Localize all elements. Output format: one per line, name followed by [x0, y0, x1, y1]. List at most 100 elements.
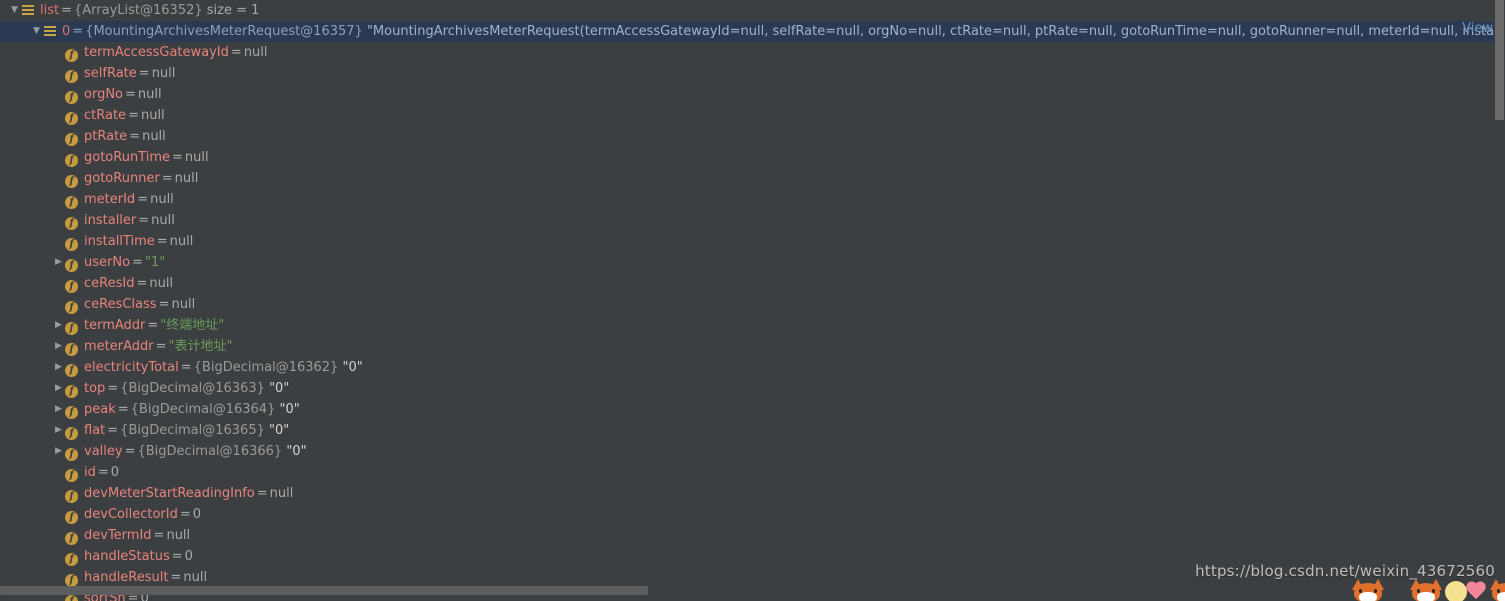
variable-name: devTermId [84, 528, 152, 543]
fox-icon [1409, 579, 1443, 601]
variable-name: userNo [84, 255, 131, 270]
variable-value: null [269, 486, 294, 501]
variable-name: ctRate [84, 108, 127, 123]
twisty-spacer: ▶ [52, 567, 65, 588]
variable-name: devCollectorId [84, 507, 178, 522]
variable-name: installTime [84, 234, 155, 249]
tree-row[interactable]: ▶f devTermId=null [0, 525, 1505, 546]
tree-row[interactable]: ▶ f valley = {BigDecimal@16366} "0" [0, 441, 1505, 462]
tree-row[interactable]: ▶ f termAddr = "终端地址" [0, 315, 1505, 336]
chevron-right-icon[interactable]: ▶ [52, 357, 65, 378]
variable-value: "0" [342, 360, 363, 375]
field-icon: f [65, 490, 78, 503]
variable-value: "0" [279, 402, 300, 417]
twisty-spacer: ▶ [52, 483, 65, 504]
equals-sign: = [147, 318, 159, 333]
variable-value: 0 [110, 465, 120, 480]
equals-sign: = [117, 402, 129, 417]
variable-value: null [137, 87, 162, 102]
tree-row[interactable]: ▶f selfRate=null [0, 63, 1505, 84]
variable-name: id [84, 465, 96, 480]
vertical-scrollbar-track[interactable] [1494, 0, 1505, 601]
chevron-down-icon[interactable]: ▼ [30, 21, 43, 42]
variable-name: devMeterStartReadingInfo [84, 486, 255, 501]
tree-row[interactable]: ▶fptRate=null [0, 126, 1505, 147]
tree-row[interactable]: ▼ list = {ArrayList@16352} size = 1 [0, 0, 1505, 21]
chevron-right-icon[interactable]: ▶ [52, 420, 65, 441]
chevron-right-icon[interactable]: ▶ [52, 315, 65, 336]
field-icon: f [65, 385, 78, 398]
vertical-scrollbar-thumb[interactable] [1495, 0, 1504, 120]
twisty-spacer: ▶ [52, 189, 65, 210]
variable-value: null [184, 150, 209, 165]
chevron-right-icon[interactable]: ▶ [52, 252, 65, 273]
chevron-right-icon[interactable]: ▶ [52, 399, 65, 420]
horizontal-scrollbar-thumb[interactable] [0, 586, 648, 595]
equals-sign: = [138, 66, 150, 81]
view-link[interactable]: View [1462, 18, 1493, 39]
tree-row[interactable]: ▶f meterId=null [0, 189, 1505, 210]
variable-name: electricityTotal [84, 360, 179, 375]
tree-row[interactable]: ▶f installTime=null [0, 231, 1505, 252]
chevron-right-icon[interactable]: ▶ [52, 378, 65, 399]
variable-type: {BigDecimal@16362} [193, 360, 339, 375]
twisty-spacer: ▶ [52, 42, 65, 63]
tree-row[interactable]: ▶f termAccessGatewayId=null [0, 42, 1505, 63]
yellow-ball-icon [1445, 581, 1467, 601]
twisty-spacer: ▶ [52, 504, 65, 525]
twisty-spacer: ▶ [52, 546, 65, 567]
object-tree[interactable]: ▼ list = {ArrayList@16352} size = 1 ▼ 0 = {Moun… [0, 0, 1505, 601]
equals-sign: = [170, 570, 182, 585]
twisty-spacer: ▶ [52, 147, 65, 168]
tree-row[interactable]: ▶f devMeterStartReadingInfo=null [0, 483, 1505, 504]
variable-name: list [40, 3, 60, 18]
chevron-right-icon[interactable]: ▶ [52, 336, 65, 357]
equals-sign: = [153, 528, 165, 543]
tree-row[interactable]: ▶f gotoRunner=null [0, 168, 1505, 189]
field-icon: f [65, 406, 78, 419]
variable-value: "1" [144, 255, 166, 270]
tree-row[interactable]: ▶ f electricityTotal = {BigDecimal@16362} "0… [0, 357, 1505, 378]
twisty-spacer: ▶ [52, 168, 65, 189]
equals-sign: = [72, 24, 84, 39]
variable-name: handleStatus [84, 549, 170, 564]
tree-row[interactable]: ▶f installer=null [0, 210, 1505, 231]
variable-name: valley [84, 444, 123, 459]
variable-value: "表计地址" [168, 339, 233, 354]
variable-type: {BigDecimal@16365} [120, 423, 265, 438]
field-icon: f [65, 196, 78, 209]
tree-row[interactable]: ▶f ceResClass=null [0, 294, 1505, 315]
tree-row[interactable]: ▶ f flat = {BigDecimal@16365} "0" [0, 420, 1505, 441]
tree-row[interactable]: ▶ f meterAddr = "表计地址" [0, 336, 1505, 357]
tree-row[interactable]: ▼ 0 = {MountingArchivesMeterRequest@16357} … [0, 21, 1505, 42]
tree-row[interactable]: ▶ f peak = {BigDecimal@16364} "0" [0, 399, 1505, 420]
variable-name: ceResClass [84, 297, 157, 312]
equals-sign: = [138, 213, 150, 228]
equals-sign: = [97, 465, 109, 480]
chevron-right-icon[interactable]: ▶ [52, 441, 65, 462]
tree-row[interactable]: ▶forgNo=null [0, 84, 1505, 105]
variable-value: null [166, 528, 191, 543]
variable-value: "MountingArchivesMeterRequest(termAccess… [366, 24, 1505, 39]
variable-name: top [84, 381, 106, 396]
tree-row[interactable]: ▶fctRate=null [0, 105, 1505, 126]
tree-row[interactable]: ▶ f top = {BigDecimal@16363} "0" [0, 378, 1505, 399]
variable-type: {BigDecimal@16363} [120, 381, 265, 396]
equals-sign: = [107, 423, 119, 438]
twisty-spacer: ▶ [52, 63, 65, 84]
field-icon: f [65, 112, 78, 125]
tree-row[interactable]: ▶f gotoRunTime=null [0, 147, 1505, 168]
twisty-spacer: ▶ [52, 105, 65, 126]
tree-row[interactable]: ▶f devCollectorId=0 [0, 504, 1505, 525]
field-icon: f [65, 217, 78, 230]
field-icon: f [65, 238, 78, 251]
tree-row[interactable]: ▶f ceResId=null [0, 273, 1505, 294]
tree-row[interactable]: ▶ f userNo = "1" [0, 252, 1505, 273]
field-icon: f [65, 343, 78, 356]
tree-row[interactable]: ▶fid=0 [0, 462, 1505, 483]
equals-sign: = [155, 339, 167, 354]
chevron-down-icon[interactable]: ▼ [8, 0, 21, 21]
field-icon: f [65, 175, 78, 188]
variable-name: termAccessGatewayId [84, 45, 229, 60]
equals-sign: = [230, 45, 242, 60]
